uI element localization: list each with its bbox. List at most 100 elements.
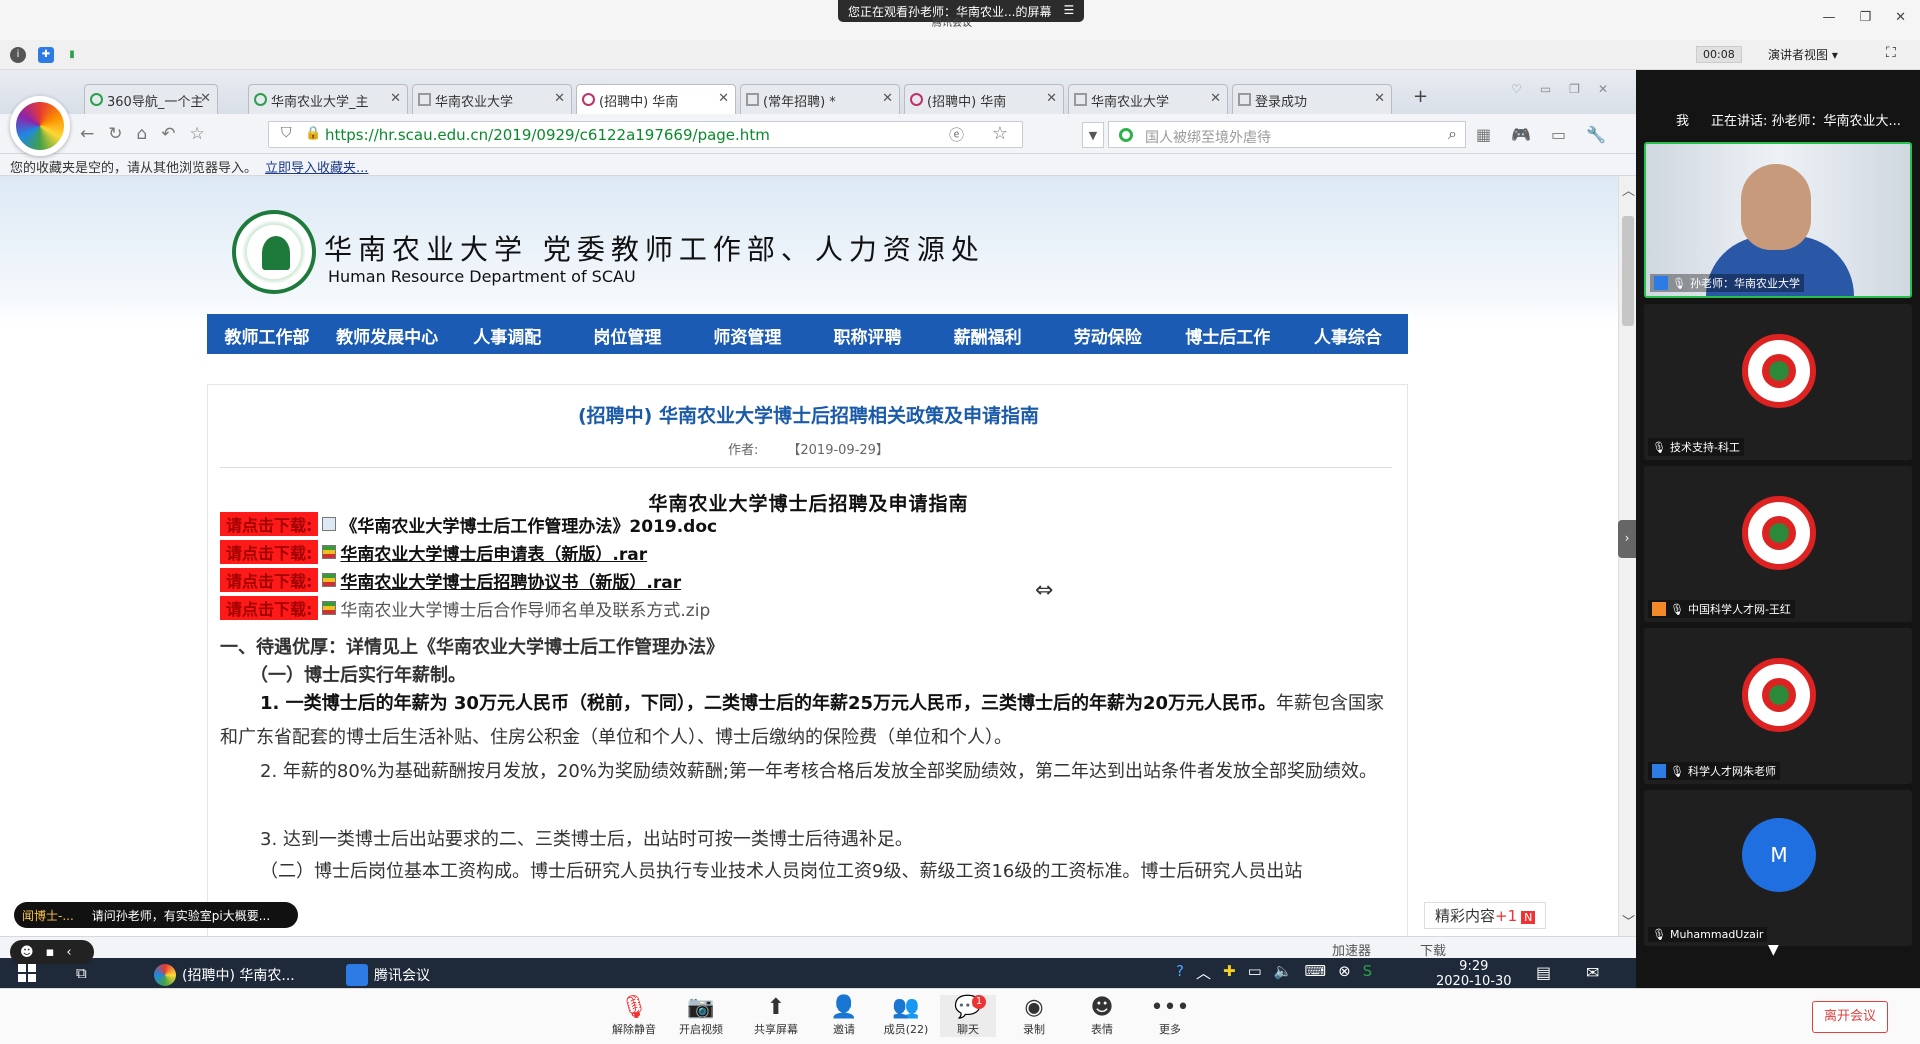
info-icon[interactable]: i (10, 47, 26, 63)
refresh-icon[interactable]: ↻ (108, 124, 122, 144)
tab-close-icon[interactable]: ✕ (390, 91, 401, 106)
browser-tab[interactable]: 登录成功 ✕ (1232, 84, 1392, 114)
taskbar-clock[interactable]: 9:29 2020-10-30 (1436, 959, 1512, 988)
nav-item[interactable]: 博士后工作 (1168, 314, 1288, 354)
tab-close-icon[interactable]: ✕ (1374, 91, 1385, 106)
fullscreen-icon[interactable]: ⛶ (1886, 45, 1896, 61)
minimize-icon[interactable]: ▭ (1540, 82, 1551, 96)
taskbar-app[interactable]: 腾讯会议 (346, 964, 430, 986)
highlight-popup[interactable]: 精彩内容+1 N (1424, 902, 1547, 929)
new-tab-button[interactable]: + (1413, 86, 1428, 107)
close-icon[interactable]: ✕ (1895, 10, 1906, 25)
download-link[interactable]: 《华南农业大学博士后工作管理办法》2019.doc (340, 512, 717, 537)
search-icon[interactable]: ⌕ (1448, 124, 1457, 144)
browser-tab[interactable]: 华南农业大学_主 ✕ (248, 84, 408, 114)
download-link[interactable]: 华南农业大学博士后招聘协议书（新版）.rar (340, 568, 681, 593)
scroll-down-icon[interactable]: ﹀ (1622, 911, 1635, 930)
scroll-down-icon[interactable]: ▼ (1768, 942, 1779, 958)
browser-logo-icon[interactable] (10, 96, 70, 156)
nav-item[interactable]: 劳动保险 (1048, 314, 1168, 354)
battery-icon[interactable]: ▭ (1248, 962, 1262, 983)
participant-tile[interactable]: 🎙 中国科学人才网-王红 (1644, 466, 1912, 622)
chevron-up-icon[interactable]: ︿ (1196, 962, 1211, 983)
download-link[interactable]: 华南农业大学博士后申请表（新版）.rar (340, 540, 647, 565)
nav-item[interactable]: 师资管理 (687, 314, 807, 354)
scroll-thumb[interactable] (1622, 216, 1634, 326)
chat-bubble-icon[interactable]: ▪ (46, 945, 55, 960)
battery-icon[interactable]: ▭ (1551, 125, 1566, 144)
nav-item[interactable]: 人事调配 (447, 314, 567, 354)
university-seal-logo[interactable] (232, 210, 316, 294)
keyboard-icon[interactable]: ⌨ (1304, 962, 1326, 983)
windows-start-icon[interactable] (18, 964, 36, 982)
scroll-up-icon[interactable]: ︿ (1622, 180, 1635, 199)
notification-icon[interactable]: ▤ (1536, 963, 1551, 982)
close-circle-icon[interactable]: ⊗ (1338, 962, 1351, 983)
chat-preview[interactable]: 闻博士-... 请问孙老师，有实验室pi大概要... (14, 902, 298, 928)
more-button[interactable]: ••• 更多 (1142, 995, 1198, 1037)
address-bar[interactable]: ⛉ 🔒 https://hr.scau.edu.cn/2019/0929/c61… (268, 121, 1023, 148)
tab-close-icon[interactable]: ✕ (1210, 91, 1221, 106)
import-bookmarks-link[interactable]: 立即导入收藏夹... (265, 161, 368, 176)
invite-button[interactable]: 👤 邀请 (816, 995, 872, 1037)
download-link[interactable]: 华南农业大学博士后合作导师名单及联系方式.zip (340, 596, 710, 621)
security-shield-icon[interactable]: ✚ (38, 47, 54, 63)
browser-tab[interactable]: 华南农业大学 ✕ (412, 84, 572, 114)
download-label[interactable]: 下载 (1420, 940, 1446, 959)
tools-icon[interactable]: 🔧 (1586, 125, 1606, 144)
tab-close-icon[interactable]: ✕ (200, 91, 211, 106)
browser-tab[interactable]: (招聘中) 华南 ✕ (904, 84, 1064, 114)
browser-tab[interactable]: 华南农业大学 ✕ (1068, 84, 1228, 114)
participant-tile[interactable]: 🎙 科学人才网朱老师 (1644, 628, 1912, 784)
url-dropdown-button[interactable]: ▼ (1082, 122, 1104, 148)
nav-item[interactable]: 人事综合 (1288, 314, 1408, 354)
plus-icon[interactable]: ✚ (1223, 962, 1236, 983)
view-mode-select[interactable]: 演讲者视图 ▾ (1768, 46, 1838, 63)
s-app-icon[interactable]: S (1363, 962, 1373, 983)
game-icon[interactable]: 🎮 (1511, 125, 1531, 144)
undo-icon[interactable]: ↶ (161, 124, 175, 144)
close-icon[interactable]: ✕ (1598, 82, 1608, 96)
compat-mode-icon[interactable]: ⓔ (949, 124, 964, 145)
favorite-icon[interactable]: ☆ (190, 124, 205, 144)
restore-icon[interactable]: ❐ (1859, 10, 1871, 25)
menu-icon[interactable]: ☰ (1063, 3, 1074, 19)
tab-close-icon[interactable]: ✕ (554, 91, 565, 106)
collapse-icon[interactable]: ‹ (66, 945, 71, 960)
task-view-icon[interactable]: ⧉ (76, 964, 87, 982)
side-panel-toggle[interactable]: › (1618, 520, 1636, 558)
taskbar-app[interactable]: (招聘中) 华南农... (154, 964, 295, 986)
volume-icon[interactable]: 🔈 (1274, 962, 1293, 983)
tab-close-icon[interactable]: ✕ (718, 91, 729, 106)
minimize-icon[interactable]: — (1822, 10, 1835, 25)
browser-tab[interactable]: (常年招聘) * ✕ (740, 84, 900, 114)
leave-meeting-button[interactable]: 离开会议 (1812, 1001, 1888, 1033)
nav-item[interactable]: 岗位管理 (567, 314, 687, 354)
video-button[interactable]: 📷 开启视频 (673, 995, 729, 1037)
emoji-button[interactable]: ☻ 表情 (1074, 995, 1130, 1037)
nav-item[interactable]: 职称评聘 (807, 314, 927, 354)
apps-grid-icon[interactable]: ▦ (1476, 125, 1491, 144)
browser-tab[interactable]: 360导航_一个主 ✕ (84, 84, 218, 114)
url-text[interactable]: https://hr.scau.edu.cn/2019/0929/c6122a1… (325, 126, 770, 144)
participant-tile[interactable]: 🎙 技术支持-科工 (1644, 304, 1912, 460)
message-icon[interactable]: ✉ (1586, 963, 1599, 982)
record-button[interactable]: ◉ 录制 (1006, 995, 1062, 1037)
signal-icon[interactable]: ▮ (64, 47, 80, 63)
accelerator-label[interactable]: 加速器 (1332, 940, 1371, 959)
chat-button[interactable]: 💬 1 聊天 (940, 995, 996, 1037)
participant-tile[interactable]: M 🎙 MuhammadUzair (1644, 790, 1912, 946)
bookmark-star-icon[interactable]: ☆ (992, 123, 1008, 144)
tab-close-icon[interactable]: ✕ (1046, 91, 1057, 106)
home-icon[interactable]: ⌂ (137, 124, 148, 144)
unmute-button[interactable]: 🎙 解除静音 (606, 995, 662, 1037)
restore-icon[interactable]: ❐ (1569, 82, 1580, 96)
help-icon[interactable]: ? (1176, 962, 1184, 983)
back-icon[interactable]: ← (80, 124, 94, 144)
browser-tab-active[interactable]: (招聘中) 华南 ✕ (576, 84, 736, 114)
nav-item[interactable]: 薪酬福利 (928, 314, 1048, 354)
shirt-icon[interactable]: ♡ (1511, 82, 1522, 96)
nav-item[interactable]: 教师工作部 (207, 314, 327, 354)
emoji-icon[interactable]: ☻ (20, 945, 34, 960)
tab-close-icon[interactable]: ✕ (882, 91, 893, 106)
